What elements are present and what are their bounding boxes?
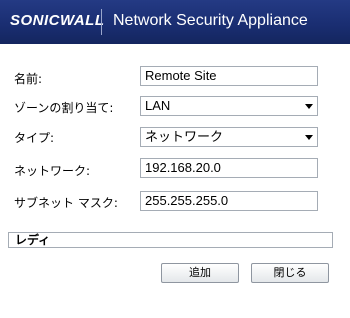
name-label: 名前: (14, 72, 43, 86)
header-divider (101, 9, 102, 35)
add-button[interactable]: 追加 (161, 263, 239, 283)
network-label: ネットワーク: (14, 164, 91, 178)
close-button[interactable]: 閉じる (251, 263, 329, 283)
network-input[interactable]: 192.168.20.0 (140, 158, 318, 178)
dropdown-arrow-icon (305, 104, 313, 109)
zone-value: LAN (145, 98, 171, 113)
type-label: タイプ: (14, 131, 55, 145)
zone-select[interactable]: LAN (140, 96, 318, 116)
sonicwall-logo: SONICWALL (10, 12, 105, 29)
subnet-mask-input[interactable]: 255.255.255.0 (140, 191, 318, 211)
type-select[interactable]: ネットワーク (140, 127, 318, 147)
status-text: レディ (15, 233, 51, 247)
name-input[interactable]: Remote Site (140, 66, 318, 86)
dropdown-arrow-icon (305, 135, 313, 140)
subnet-mask-value: 255.255.255.0 (145, 193, 229, 208)
type-value: ネットワーク (145, 129, 224, 144)
network-value: 192.168.20.0 (145, 160, 221, 175)
app-title: Network Security Appliance (113, 12, 308, 29)
zone-label: ゾーンの割り当て: (14, 101, 114, 115)
status-bar: レディ (8, 232, 333, 248)
name-value: Remote Site (145, 68, 217, 83)
app-header: SONICWALL Network Security Appliance (0, 0, 350, 44)
subnet-mask-label: サブネット マスク: (14, 196, 118, 210)
